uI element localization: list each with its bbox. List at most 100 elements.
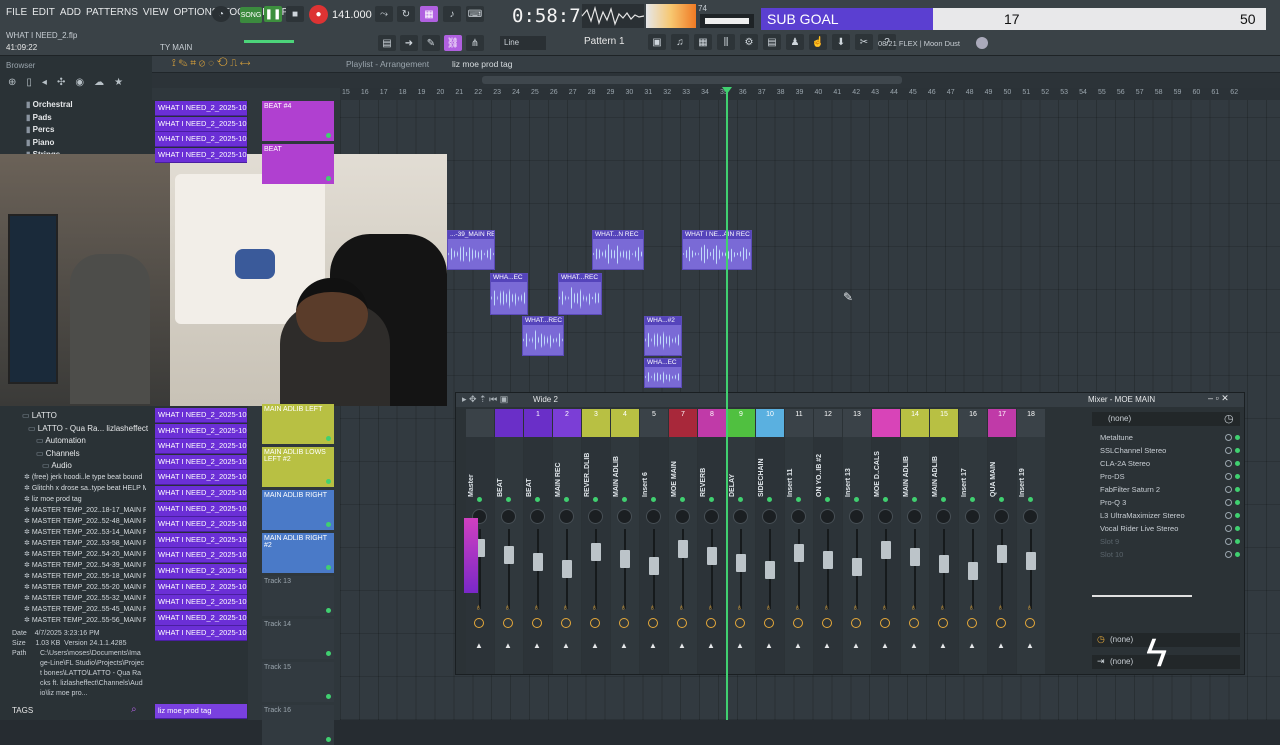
route-button[interactable] bbox=[735, 618, 745, 628]
stereo-icon[interactable]: ♁ bbox=[678, 602, 685, 612]
mixer-strip[interactable]: 3 REVER..DLIB ♁ ▲ bbox=[582, 409, 610, 674]
send-arrow-icon[interactable]: ▲ bbox=[1026, 641, 1034, 650]
back-icon[interactable]: ◂ bbox=[42, 77, 47, 93]
mixer-strip[interactable]: BEAT ♁ ▲ bbox=[495, 409, 523, 674]
file-item[interactable]: ✲ MASTER TEMP_202..53-58_MAIN REC bbox=[24, 538, 146, 549]
send-arrow-icon[interactable]: ▲ bbox=[794, 641, 802, 650]
stereo-icon[interactable]: ♁ bbox=[852, 602, 859, 612]
audio-clip[interactable]: WHAT...REC bbox=[558, 273, 602, 315]
track-header[interactable]: MAIN ADLIB RIGHT #2 bbox=[262, 533, 334, 573]
strip-led[interactable] bbox=[999, 497, 1004, 502]
mix-knob-icon[interactable] bbox=[1225, 473, 1232, 480]
file-item[interactable]: ✲ MASTER TEMP_202..52-48_MAIN REC bbox=[24, 516, 146, 527]
stereo-icon[interactable]: ♁ bbox=[591, 602, 598, 612]
menu-add[interactable]: ADD bbox=[60, 7, 81, 18]
clip-list-item[interactable]: WHAT I NEED_2_2025-10... bbox=[155, 626, 247, 642]
stereo-icon[interactable]: ♁ bbox=[997, 602, 1004, 612]
fx-slot[interactable]: Slot 10 bbox=[1092, 548, 1242, 561]
mixer-strip[interactable]: 1 BEAT ♁ ▲ bbox=[524, 409, 552, 674]
fx-slot[interactable]: CLA-2A Stereo bbox=[1092, 457, 1242, 470]
mixer-icon[interactable]: ⫼ bbox=[717, 34, 735, 50]
mixer-strip[interactable]: 9 DELAY ♁ ▲ bbox=[727, 409, 755, 674]
route-button[interactable] bbox=[706, 618, 716, 628]
fx-slot[interactable]: Pro-DS bbox=[1092, 470, 1242, 483]
volume-fader[interactable] bbox=[852, 558, 862, 576]
clip-list-item[interactable]: WHAT I NEED_2_2025-10... bbox=[155, 486, 247, 501]
fx-slot[interactable]: Slot 9 bbox=[1092, 535, 1242, 548]
clip-list-item[interactable]: WHAT I NEED_2_2025-10... bbox=[155, 470, 247, 486]
fx-slot[interactable]: L3 UltraMaximizer Stereo bbox=[1092, 509, 1242, 522]
file-item[interactable]: ✲ MASTER TEMP_202..54-39_MAIN REC bbox=[24, 560, 146, 571]
arrow-icon[interactable]: ➜ bbox=[400, 35, 418, 51]
route-button[interactable] bbox=[938, 618, 948, 628]
strip-led[interactable] bbox=[825, 497, 830, 502]
tree-item[interactable]: ▭ Audio bbox=[22, 460, 148, 473]
route-button[interactable] bbox=[648, 618, 658, 628]
track-header[interactable]: BEAT #4 bbox=[262, 101, 334, 141]
piano-roll-icon[interactable]: ♫ bbox=[671, 34, 689, 50]
pan-knob[interactable] bbox=[820, 509, 835, 524]
audio-clip[interactable]: WHAT I NE...AIN REC bbox=[682, 230, 752, 270]
fx-slot[interactable]: Metaltune bbox=[1092, 431, 1242, 444]
fx-slot[interactable]: FabFilter Saturn 2 bbox=[1092, 483, 1242, 496]
mixer-strip[interactable]: 11 Insert 11 ♁ ▲ bbox=[785, 409, 813, 674]
menu-view[interactable]: VIEW bbox=[143, 7, 169, 18]
playhead-marker-icon[interactable] bbox=[722, 87, 732, 94]
strip-led[interactable] bbox=[796, 497, 801, 502]
stereo-icon[interactable]: ♁ bbox=[533, 602, 540, 612]
pan-knob[interactable] bbox=[849, 509, 864, 524]
route-button[interactable] bbox=[851, 618, 861, 628]
send-arrow-icon[interactable]: ▲ bbox=[736, 641, 744, 650]
render-icon[interactable]: ⬇ bbox=[832, 34, 850, 50]
send-arrow-icon[interactable]: ▲ bbox=[504, 641, 512, 650]
track-mute-led[interactable] bbox=[326, 479, 331, 484]
strip-led[interactable] bbox=[593, 497, 598, 502]
pattern-song-icon[interactable]: ⤳ bbox=[375, 6, 393, 22]
volume-fader[interactable] bbox=[736, 554, 746, 572]
strip-led[interactable] bbox=[1028, 497, 1033, 502]
clip-list-item[interactable]: WHAT I NEED_2_2025-10... bbox=[155, 439, 247, 455]
mixer-strip[interactable]: 14 MAIN ADLIB ♁ ▲ bbox=[901, 409, 929, 674]
mix-knob-icon[interactable] bbox=[1225, 499, 1232, 506]
mixer-strip[interactable]: 15 MAIN ADLIB ♁ ▲ bbox=[930, 409, 958, 674]
volume-fader[interactable] bbox=[562, 560, 572, 578]
timeline-ruler[interactable]: 15 16 17 18 19 20 21 22 23 24 25 26 27 28 29 30 31 32 33 34… bbox=[340, 88, 1280, 100]
browser-icon[interactable]: ▤ bbox=[763, 34, 781, 50]
route-button[interactable] bbox=[677, 618, 687, 628]
selected-clip-item[interactable]: liz moe prod tag bbox=[155, 704, 247, 719]
route-button[interactable] bbox=[793, 618, 803, 628]
mixer-strip[interactable]: 13 Insert 13 ♁ ▲ bbox=[843, 409, 871, 674]
file-icon[interactable]: ▯ bbox=[26, 77, 32, 93]
stereo-icon[interactable]: ♁ bbox=[649, 602, 656, 612]
pan-knob[interactable] bbox=[588, 509, 603, 524]
loop-icon[interactable]: ↻ bbox=[397, 6, 415, 22]
fx-enable-led[interactable] bbox=[1235, 526, 1240, 531]
fx-slot[interactable]: SSLChannel Stereo bbox=[1092, 444, 1242, 457]
send-arrow-icon[interactable]: ▲ bbox=[881, 641, 889, 650]
tools-icons[interactable]: ⟟ ✎ ⌗ ⊘ ◌ ⟲ ⎍ ⟷ bbox=[172, 58, 250, 69]
send-arrow-icon[interactable]: ▲ bbox=[678, 641, 686, 650]
send-arrow-icon[interactable]: ▲ bbox=[533, 641, 541, 650]
pan-knob[interactable] bbox=[762, 509, 777, 524]
strip-led[interactable] bbox=[477, 497, 482, 502]
strip-led[interactable] bbox=[854, 497, 859, 502]
track-mute-led[interactable] bbox=[326, 651, 331, 656]
link-icon[interactable]: ⛓ bbox=[444, 35, 462, 51]
send-arrow-icon[interactable]: ▲ bbox=[562, 641, 570, 650]
file-item[interactable]: ✲ MASTER TEMP_202..18-17_MAIN REC bbox=[24, 505, 146, 516]
stereo-icon[interactable]: ♁ bbox=[504, 602, 511, 612]
fx-enable-led[interactable] bbox=[1235, 487, 1240, 492]
send-arrow-icon[interactable]: ▲ bbox=[968, 641, 976, 650]
stereo-icon[interactable]: ♁ bbox=[910, 602, 917, 612]
send-arrow-icon[interactable]: ▲ bbox=[765, 641, 773, 650]
plugin-icon[interactable]: ✣ bbox=[57, 77, 65, 93]
song-mode-toggle[interactable]: SONG bbox=[240, 7, 262, 23]
route-button[interactable] bbox=[1025, 618, 1035, 628]
pan-knob[interactable] bbox=[501, 509, 516, 524]
play-button[interactable]: ❚❚ bbox=[264, 6, 282, 22]
strip-led[interactable] bbox=[941, 497, 946, 502]
volume-fader[interactable] bbox=[794, 544, 804, 562]
send-arrow-icon[interactable]: ▲ bbox=[707, 641, 715, 650]
strip-led[interactable] bbox=[883, 497, 888, 502]
file-item[interactable]: ✲ MASTER TEMP_202..53-14_MAIN REC bbox=[24, 527, 146, 538]
